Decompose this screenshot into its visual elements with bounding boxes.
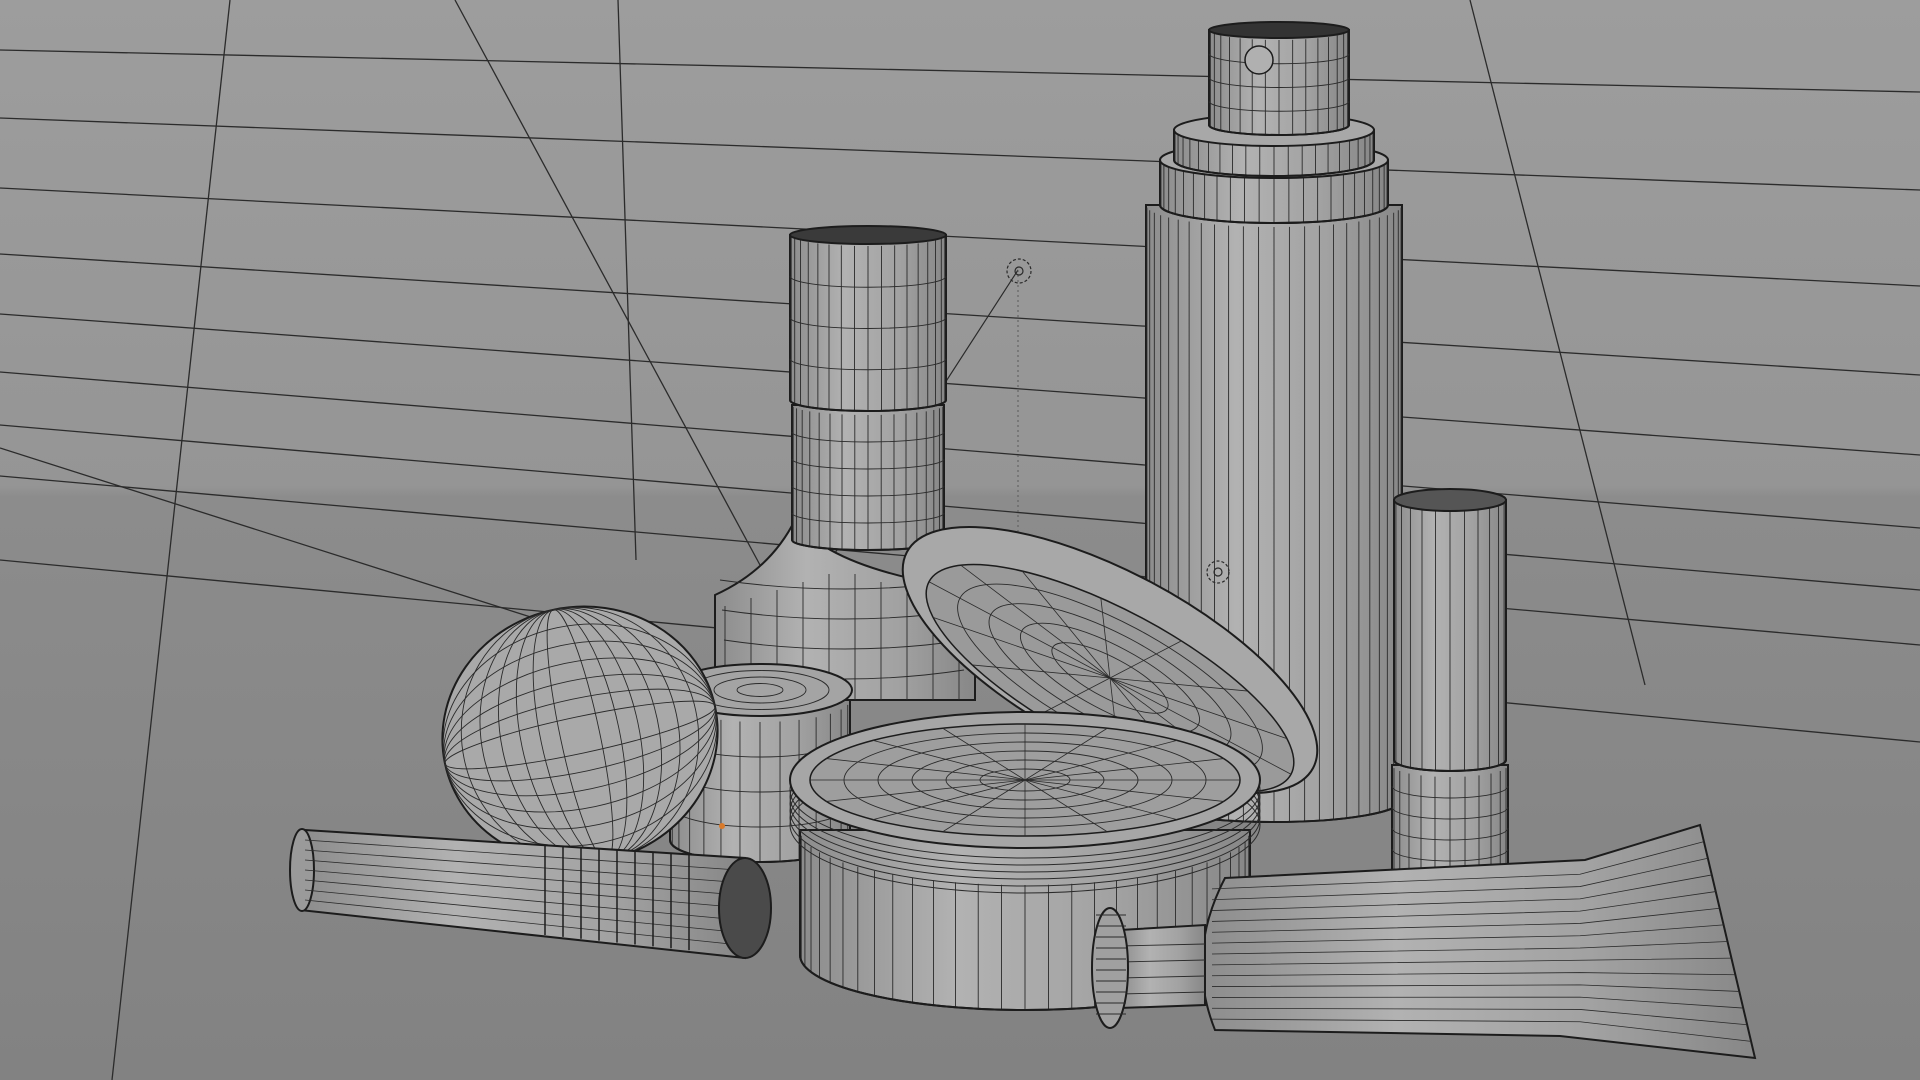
slim-tube[interactable] (1391, 488, 1509, 883)
object-origin-icon (719, 823, 725, 829)
viewport-canvas[interactable] (0, 0, 1920, 1080)
3d-viewport[interactable] (0, 0, 1920, 1080)
